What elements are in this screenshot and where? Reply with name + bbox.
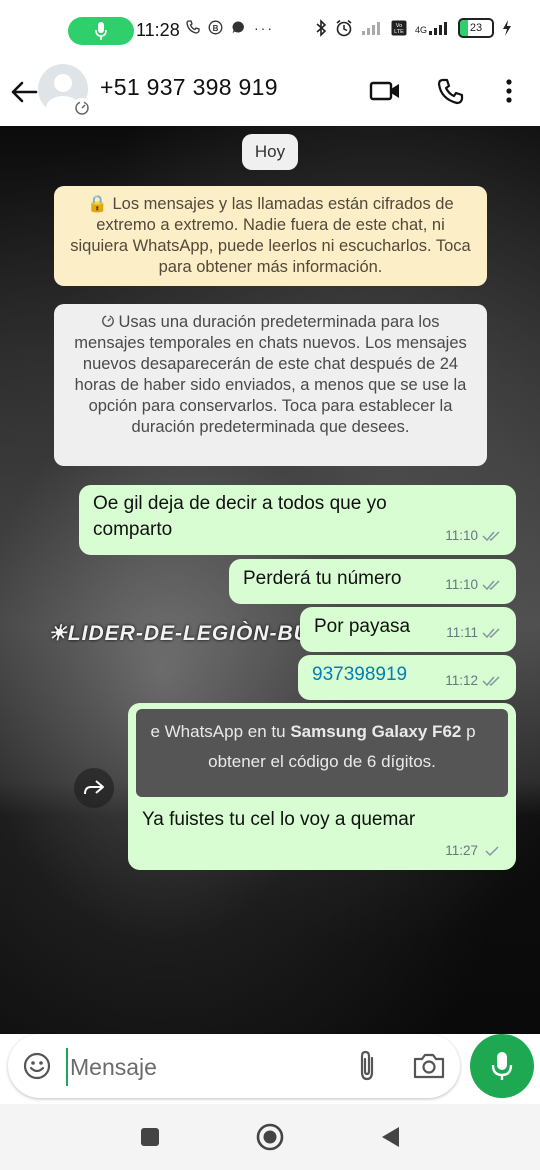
- contact-name[interactable]: +51 937 398 919: [100, 74, 278, 101]
- more-dots-icon: ···: [254, 20, 274, 36]
- recents-button[interactable]: [135, 1122, 165, 1152]
- day-label: Hoy: [242, 134, 298, 170]
- svg-text:B: B: [213, 24, 219, 33]
- system-icons: Vo LTE 4G 23: [315, 18, 512, 38]
- outgoing-message[interactable]: Por payasa 11:11: [300, 607, 516, 652]
- voice-message-button[interactable]: [470, 1034, 534, 1098]
- more-options-button[interactable]: [492, 74, 526, 108]
- forward-button[interactable]: [74, 768, 114, 808]
- notice-text: Usas una duración predeterminada para lo…: [74, 313, 467, 436]
- read-ticks-icon: [482, 531, 500, 542]
- message-time: 11:11: [446, 625, 478, 640]
- back-triangle-icon: [382, 1127, 399, 1147]
- b-icon: B: [208, 20, 223, 35]
- message-meta: 11:10: [445, 572, 502, 598]
- forward-icon: [84, 780, 104, 795]
- outgoing-message[interactable]: Perderá tu número 11:10: [229, 559, 516, 604]
- message-time: 11:10: [445, 577, 478, 592]
- network-type: 4G: [415, 21, 450, 35]
- timer-icon: [75, 101, 89, 115]
- mic-icon: [491, 1052, 513, 1080]
- message-input-box[interactable]: [8, 1034, 460, 1098]
- chat-header: +51 937 398 919: [0, 62, 540, 126]
- timer-icon: [102, 315, 115, 327]
- message-text: Oe gil deja de decir a todos que yo comp…: [93, 493, 387, 540]
- recents-icon: [141, 1128, 159, 1146]
- composer: [0, 1034, 540, 1104]
- home-button[interactable]: [255, 1122, 285, 1152]
- home-icon: [256, 1123, 284, 1151]
- camera-icon[interactable]: [412, 1050, 446, 1082]
- signal-off-icon: [361, 22, 380, 35]
- preview-line-2: obtener el código de 6 dígitos.: [208, 752, 436, 771]
- chat-area[interactable]: ☀LIDER-DE-LEGIÒN-BUT Hoy 🔒 Los mensajes …: [0, 126, 540, 1034]
- video-call-button[interactable]: [368, 74, 402, 108]
- preview-line-1: e WhatsApp en tu Samsung Galaxy F62 p: [150, 722, 476, 741]
- message-text: Perderá tu número: [243, 568, 402, 589]
- outgoing-message[interactable]: 937398919 11:12: [298, 655, 516, 700]
- outgoing-message[interactable]: Oe gil deja de decir a todos que yo comp…: [79, 485, 516, 555]
- video-call-icon: [369, 81, 399, 101]
- sent-tick-icon: [485, 846, 499, 857]
- outgoing-message[interactable]: e WhatsApp en tu Samsung Galaxy F62 p ob…: [128, 703, 516, 870]
- chat-bubble-icon: [232, 21, 244, 34]
- 4g-signal-icon: [429, 22, 447, 35]
- clock: 11:28: [136, 20, 180, 40]
- read-ticks-icon: [482, 628, 500, 639]
- bluetooth-icon: [316, 19, 327, 37]
- voice-call-icon: [437, 78, 464, 105]
- mic-icon: [95, 22, 107, 40]
- back-button[interactable]: [375, 1122, 405, 1152]
- message-meta: 11:11: [446, 620, 502, 646]
- notification-icons: B ···: [186, 20, 274, 36]
- message-meta: 11:10: [445, 523, 502, 549]
- disappearing-messages-notice[interactable]: Usas una duración predeterminada para lo…: [54, 304, 487, 466]
- back-arrow-icon[interactable]: [8, 76, 40, 108]
- phone-icon: [186, 20, 200, 34]
- more-vert-icon: [506, 79, 512, 103]
- message-meta: 11:27: [445, 838, 502, 864]
- message-time: 11:12: [445, 673, 478, 688]
- message-text: Por payasa: [314, 616, 411, 637]
- svg-text:LTE: LTE: [394, 29, 404, 35]
- phone-number-link[interactable]: 937398919: [312, 664, 407, 685]
- message-time: 11:10: [445, 528, 478, 543]
- charging-icon: [503, 20, 511, 36]
- voice-call-button[interactable]: [434, 74, 468, 108]
- message-time: 11:27: [445, 843, 478, 858]
- encryption-notice[interactable]: 🔒 Los mensajes y las llamadas están cifr…: [54, 186, 487, 286]
- read-ticks-icon: [482, 580, 500, 591]
- battery-icon: 23: [458, 18, 494, 38]
- emoji-icon[interactable]: [22, 1051, 52, 1081]
- alarm-icon: [336, 19, 352, 37]
- volte-icon: VoLTE: [391, 20, 407, 36]
- message-meta: 11:12: [445, 668, 502, 694]
- system-navigation-bar: [0, 1104, 540, 1170]
- attach-icon[interactable]: [352, 1050, 382, 1082]
- message-input[interactable]: [66, 1048, 332, 1086]
- screenshot-preview[interactable]: e WhatsApp en tu Samsung Galaxy F62 p ob…: [136, 709, 508, 797]
- disappearing-timer-badge: [72, 98, 92, 118]
- status-bar: 11:28 B ··· Vo LTE 4G 23: [0, 0, 540, 62]
- active-mic-indicator[interactable]: [68, 17, 134, 45]
- message-text: Ya fuistes tu cel lo voy a quemar: [142, 809, 416, 830]
- wallpaper-text: ☀LIDER-DE-LEGIÒN-BUT: [48, 622, 324, 645]
- read-ticks-icon: [482, 676, 500, 687]
